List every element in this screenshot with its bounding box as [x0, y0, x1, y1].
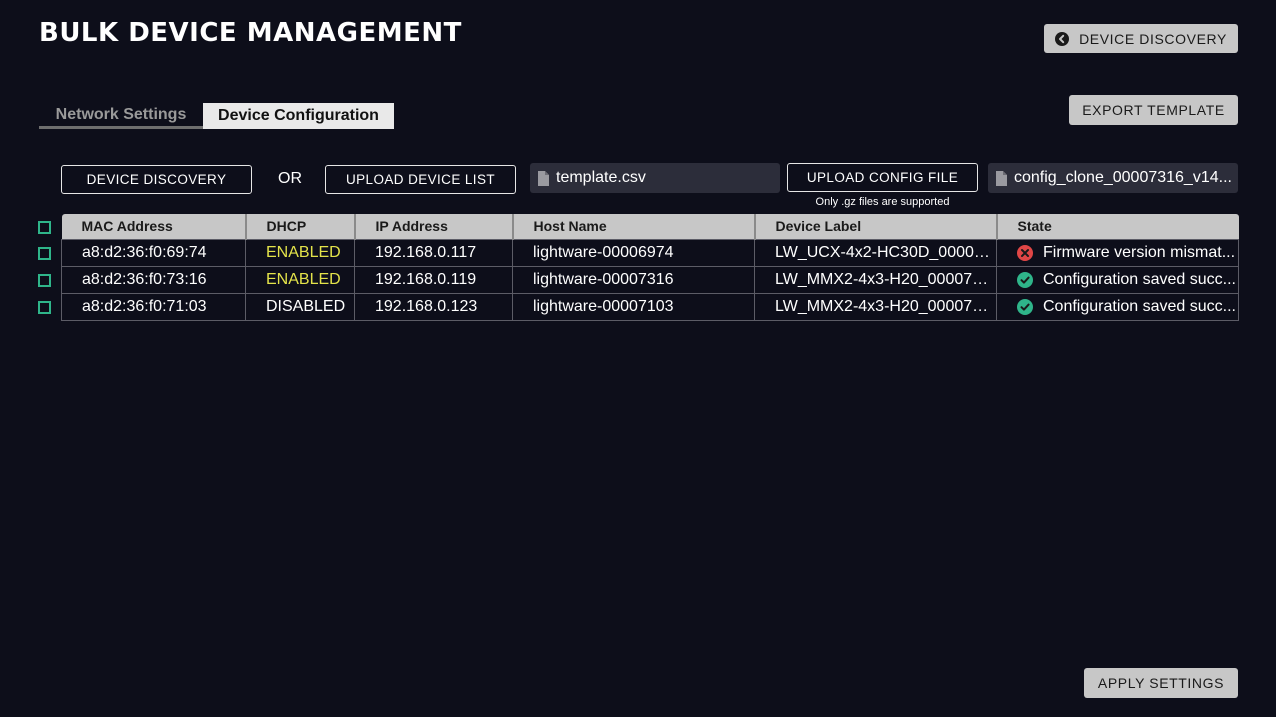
mac-cell: a8:d2:36:f0:71:03	[61, 292, 246, 321]
column-header-state[interactable]: State	[995, 214, 1239, 239]
mac-cell: a8:d2:36:f0:69:74	[61, 238, 246, 267]
ip-cell: 192.168.0.117	[354, 238, 513, 267]
table-row[interactable]: a8:d2:36:f0:71:03 DISABLED 192.168.0.123…	[61, 292, 1239, 321]
mac-cell: a8:d2:36:f0:73:16	[61, 265, 246, 294]
upload-config-file-button[interactable]: UPLOAD CONFIG FILE	[787, 163, 978, 192]
state-text: Firmware version mismat...	[1043, 243, 1236, 261]
chevron-left-circle-icon	[1055, 31, 1070, 46]
device-discovery-button[interactable]: DEVICE DISCOVERY	[61, 165, 252, 194]
ip-cell: 192.168.0.123	[354, 292, 513, 321]
label-cell: LW_MMX2-4x3-H20_00007103	[754, 292, 997, 321]
host-cell: lightware-00007316	[512, 265, 755, 294]
state-text: Configuration saved succ...	[1043, 270, 1236, 288]
upload-device-list-button[interactable]: UPLOAD DEVICE LIST	[325, 165, 516, 194]
template-file-name: template.csv	[556, 169, 646, 186]
page-title: BULK DEVICE MANAGEMENT	[39, 18, 462, 48]
state-cell: Configuration saved succ...	[996, 265, 1239, 294]
template-file-field: template.csv	[530, 163, 780, 193]
back-button-label: DEVICE DISCOVERY	[1079, 30, 1227, 47]
config-file-note: Only .gz files are supported	[815, 196, 950, 208]
column-header-ip[interactable]: IP Address	[353, 214, 513, 239]
back-to-device-discovery-button[interactable]: DEVICE DISCOVERY	[1044, 24, 1238, 53]
ip-cell: 192.168.0.119	[354, 265, 513, 294]
check-circle-icon	[1017, 271, 1033, 288]
or-separator: OR	[278, 170, 302, 187]
column-header-mac[interactable]: MAC Address	[61, 214, 246, 239]
dhcp-cell: DISABLED	[245, 292, 355, 321]
row-checkbox[interactable]	[38, 247, 51, 260]
label-cell: LW_MMX2-4x3-H20_00007316	[754, 265, 997, 294]
dhcp-cell: ENABLED	[245, 265, 355, 294]
host-cell: lightware-00006974	[512, 238, 755, 267]
tab-device-configuration[interactable]: Device Configuration	[203, 103, 394, 129]
file-icon	[538, 170, 549, 186]
export-template-button[interactable]: EXPORT TEMPLATE	[1069, 95, 1238, 125]
file-icon	[996, 170, 1007, 186]
apply-settings-button[interactable]: APPLY SETTINGS	[1084, 668, 1238, 698]
state-cell: Firmware version mismat...	[996, 238, 1239, 267]
state-text: Configuration saved succ...	[1043, 297, 1236, 315]
table-header-row: MAC Address DHCP IP Address Host Name De…	[61, 214, 1239, 239]
state-cell: Configuration saved succ...	[996, 292, 1239, 321]
row-checkbox[interactable]	[38, 301, 51, 314]
error-icon	[1017, 244, 1033, 261]
row-checkbox[interactable]	[38, 274, 51, 287]
column-header-host[interactable]: Host Name	[511, 214, 755, 239]
table-row[interactable]: a8:d2:36:f0:69:74 ENABLED 192.168.0.117 …	[61, 238, 1239, 267]
config-file-field: config_clone_00007316_v14...	[988, 163, 1238, 193]
host-cell: lightware-00007103	[512, 292, 755, 321]
column-header-dhcp[interactable]: DHCP	[244, 214, 355, 239]
device-table: MAC Address DHCP IP Address Host Name De…	[61, 214, 1239, 321]
column-header-label[interactable]: Device Label	[753, 214, 997, 239]
label-cell: LW_UCX-4x2-HC30D_000069...	[754, 238, 997, 267]
tab-network-settings[interactable]: Network Settings	[39, 103, 203, 129]
dhcp-cell: ENABLED	[245, 238, 355, 267]
config-file-name: config_clone_00007316_v14...	[1014, 169, 1232, 186]
check-circle-icon	[1017, 298, 1033, 315]
table-row[interactable]: a8:d2:36:f0:73:16 ENABLED 192.168.0.119 …	[61, 265, 1239, 294]
select-all-checkbox[interactable]	[38, 221, 51, 234]
